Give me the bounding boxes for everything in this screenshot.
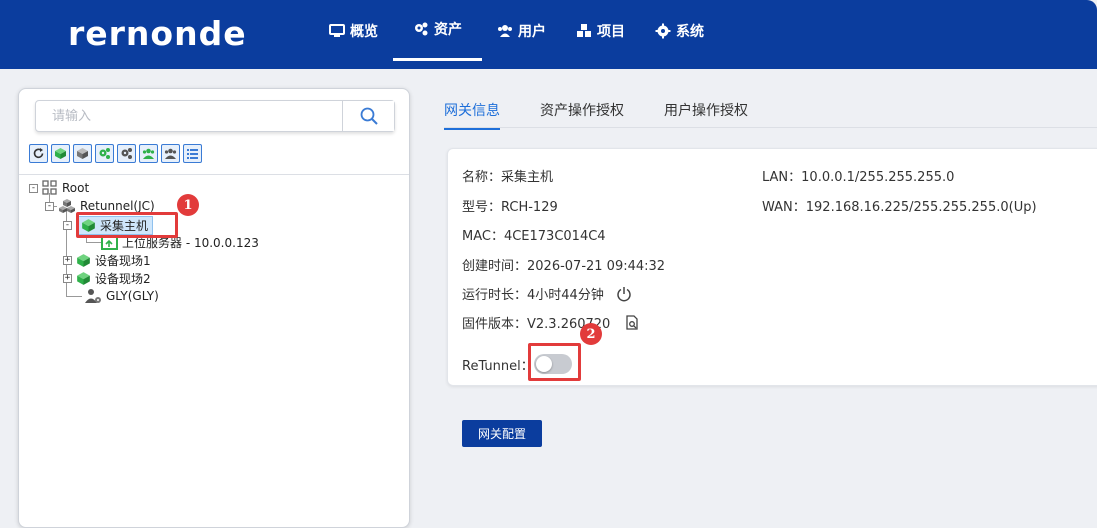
add-device-button[interactable]: [95, 144, 114, 163]
info-lan-text: LAN：10.0.0.1/255.255.255.0: [762, 170, 955, 185]
detail-tabs: 网关信息 资产操作授权 用户操作授权: [444, 100, 748, 130]
main-nav: 概览 资产 用户 项目 系统: [314, 0, 719, 69]
info-mac: MAC：4CE173C014C4: [462, 225, 606, 244]
tree-line: [66, 296, 82, 297]
search-box: [35, 100, 395, 132]
cubes-icon: [577, 24, 591, 37]
info-name-text: 名称：采集主机: [462, 170, 554, 185]
nav-system[interactable]: 系统: [640, 0, 719, 62]
info-created-text: 创建时间：2026-07-21 09:44:32: [462, 259, 666, 274]
tree-toolbar: [29, 144, 202, 163]
cube-green-icon: [77, 254, 90, 267]
search-icon: [360, 107, 378, 125]
tree-node-label: 设备现场1: [95, 254, 151, 268]
tree-node-label: GLY(GLY): [106, 289, 159, 303]
info-model: 型号：RCH-129: [462, 196, 558, 215]
user-gear-icon: [85, 289, 101, 303]
users-gray-icon: [164, 148, 177, 159]
collapse-toggle[interactable]: -: [45, 201, 54, 211]
nav-system-label: 系统: [676, 24, 704, 40]
logo: rernonde: [68, 14, 247, 53]
gears-gray-icon: [121, 148, 132, 159]
annotation-badge-2: 2: [580, 323, 602, 345]
cube-green-icon: [77, 272, 90, 285]
nav-overview-label: 概览: [350, 24, 378, 40]
info-lan: LAN：10.0.0.1/255.255.255.0: [762, 166, 954, 185]
gateway-config-button[interactable]: 网关配置: [462, 420, 542, 447]
asset-tree-panel: - Root - Retunnel(JC) - 采集主机 上位服务器 - 10.…: [18, 88, 410, 528]
info-retunnel-label: ReTunnel：: [462, 359, 534, 374]
tree-node-user[interactable]: GLY(GLY): [85, 288, 159, 304]
collapse-toggle[interactable]: -: [63, 221, 72, 230]
tree-node-root[interactable]: - Root: [29, 180, 89, 196]
top-bar: rernonde 概览 资产 用户 项目 系统: [0, 0, 1097, 69]
expand-toggle[interactable]: +: [63, 274, 72, 283]
info-model-text: 型号：RCH-129: [462, 200, 558, 215]
refresh-icon: [33, 148, 44, 159]
tree-node-label: Root: [62, 181, 90, 195]
cubes-icon: [59, 199, 75, 213]
nav-assets-label: 资产: [434, 22, 462, 38]
remove-device-button[interactable]: [117, 144, 136, 163]
info-firmware: 固件版本：V2.3.260720: [462, 313, 640, 332]
highlight-box-1: [76, 212, 178, 238]
info-created: 创建时间：2026-07-21 09:44:32: [462, 255, 665, 274]
tree-line: [86, 242, 102, 243]
users-icon: [498, 25, 512, 37]
info-wan-text: WAN：192.168.16.225/255.255.255.0(Up): [762, 200, 1037, 215]
refresh-button[interactable]: [29, 144, 48, 163]
info-uptime: 运行时长：4小时44分钟: [462, 284, 632, 303]
remove-gateway-button[interactable]: [73, 144, 92, 163]
gears-green-icon: [99, 148, 110, 159]
grid-icon: [42, 180, 57, 195]
expand-toggle[interactable]: +: [63, 256, 72, 265]
list-icon: [187, 149, 198, 159]
nav-assets[interactable]: 资产: [393, 0, 482, 61]
nav-projects[interactable]: 项目: [561, 0, 640, 62]
document-search-icon[interactable]: [624, 314, 640, 331]
nav-users-label: 用户: [518, 24, 546, 40]
cube-green-icon: [55, 148, 66, 159]
tab-gateway-info[interactable]: 网关信息: [444, 100, 500, 130]
list-view-button[interactable]: [183, 144, 202, 163]
users-green-icon: [142, 148, 155, 159]
highlight-box-2: [528, 343, 581, 381]
tree-node-site1[interactable]: + 设备现场1: [63, 252, 151, 269]
power-icon[interactable]: [616, 286, 632, 302]
annotation-badge-1: 1: [177, 194, 199, 216]
info-mac-text: MAC：4CE173C014C4: [462, 229, 606, 244]
search-button[interactable]: [342, 101, 394, 131]
nav-overview[interactable]: 概览: [314, 0, 393, 62]
info-name: 名称：采集主机: [462, 166, 553, 185]
add-gateway-button[interactable]: [51, 144, 70, 163]
tab-asset-permissions[interactable]: 资产操作授权: [540, 100, 624, 130]
gear-icon: [655, 23, 671, 39]
nav-projects-label: 项目: [597, 24, 625, 40]
add-user-button[interactable]: [139, 144, 158, 163]
info-retunnel: ReTunnel：: [462, 355, 534, 374]
collapse-toggle[interactable]: -: [29, 183, 38, 193]
tab-user-permissions[interactable]: 用户操作授权: [664, 100, 748, 130]
nav-users[interactable]: 用户: [482, 0, 561, 62]
panel-divider: [19, 174, 409, 175]
info-wan: WAN：192.168.16.225/255.255.255.0(Up): [762, 196, 1037, 215]
remove-user-button[interactable]: [161, 144, 180, 163]
gears-icon: [415, 22, 428, 36]
tree-node-label: 设备现场2: [95, 272, 151, 286]
tree-node-label: Retunnel(JC): [80, 199, 155, 213]
cube-gray-icon: [77, 148, 88, 159]
search-input[interactable]: [36, 101, 342, 131]
monitor-icon: [329, 24, 345, 37]
info-uptime-text: 运行时长：4小时44分钟: [462, 288, 604, 303]
tree-node-site2[interactable]: + 设备现场2: [63, 270, 151, 287]
tabs-divider: [444, 127, 1097, 128]
